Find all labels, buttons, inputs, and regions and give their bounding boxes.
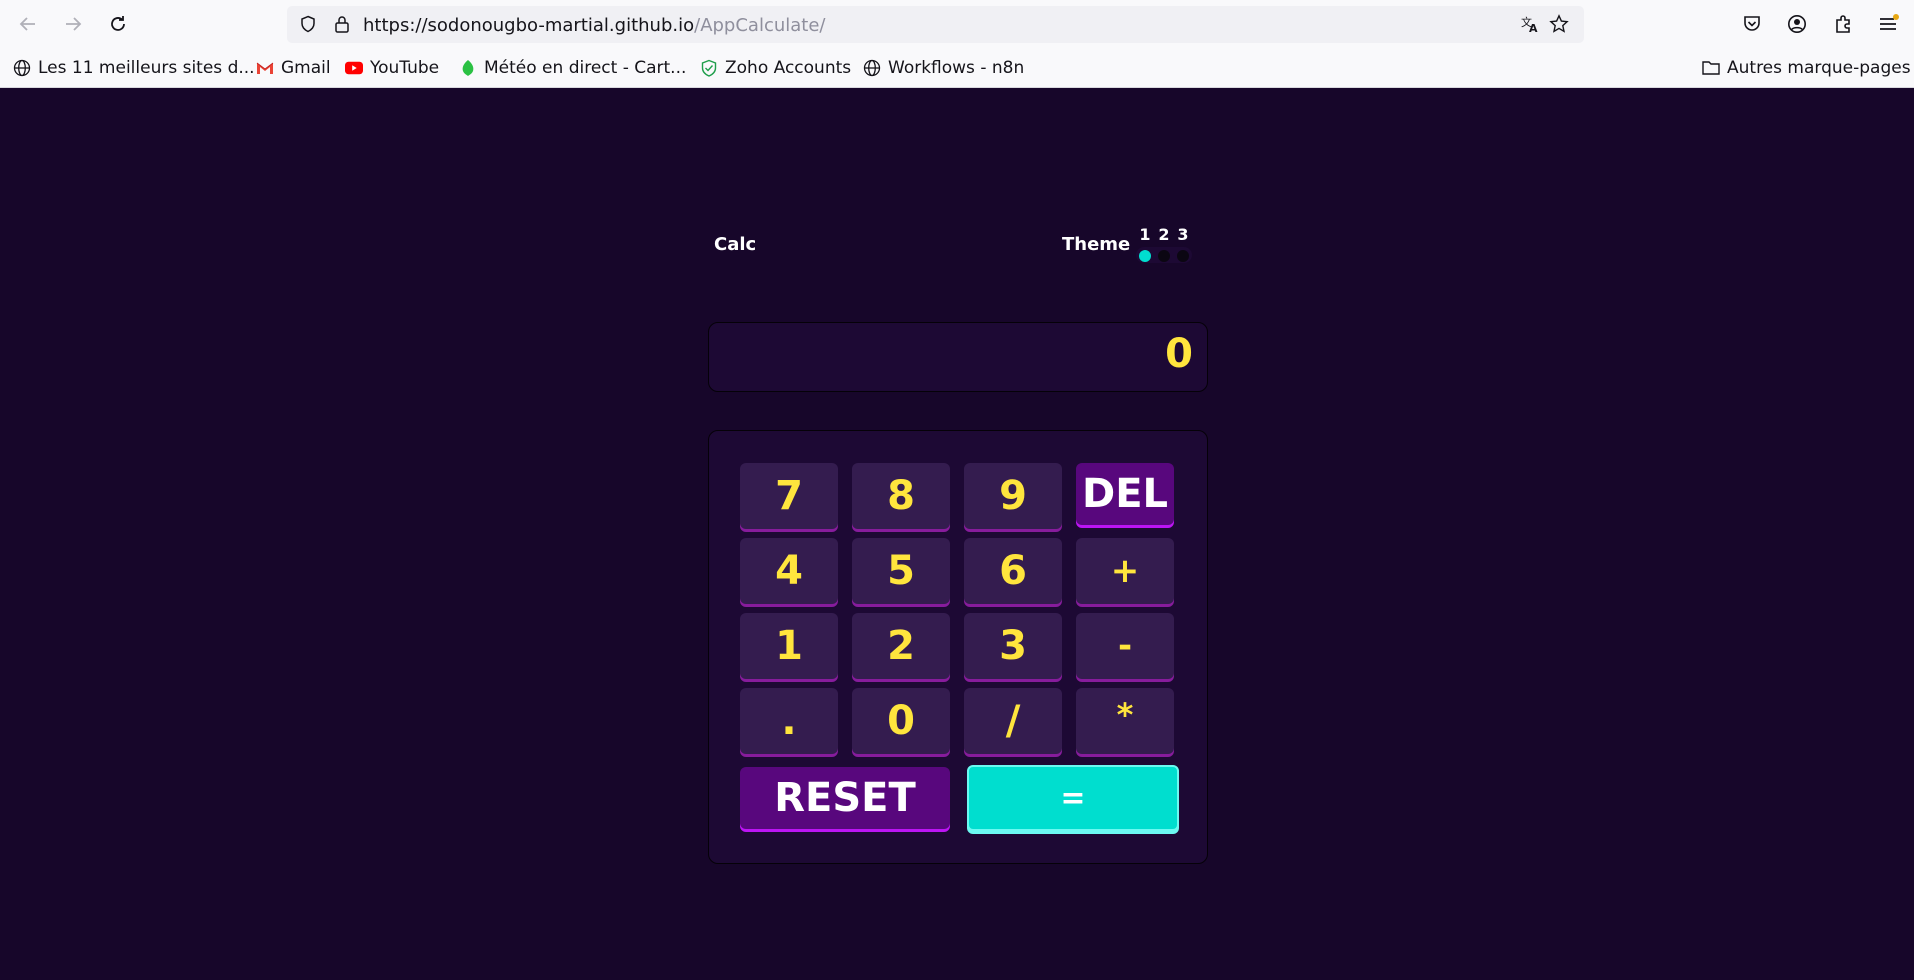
extensions-icon[interactable]: [1830, 11, 1856, 37]
app-title: Calc: [714, 234, 757, 255]
theme-toggle[interactable]: [1136, 247, 1192, 263]
browser-toolbar: https://sodonougbo-martial.github.io/App…: [0, 0, 1914, 48]
calculator-page: Calc Theme 1 2 3 0 7 8 9 DEL 4 5 6 + 1 2…: [0, 88, 1914, 980]
youtube-icon: [345, 59, 363, 77]
bookmark-item[interactable]: Les 11 meilleurs sites d...: [13, 57, 255, 79]
account-icon[interactable]: [1784, 11, 1810, 37]
bookmark-label: YouTube: [370, 58, 440, 78]
bookmark-label: Gmail: [281, 58, 331, 78]
bookmark-item[interactable]: Workflows - n8n: [863, 57, 1024, 79]
arrow-left-icon: [19, 17, 35, 31]
theme-label: Theme: [1062, 234, 1131, 255]
theme-number-1: 1: [1139, 225, 1151, 244]
shield-icon[interactable]: [296, 12, 320, 36]
url-domain: https://sodonougbo-martial.github.io: [363, 15, 695, 36]
key-8[interactable]: 8: [852, 463, 950, 529]
url-text: https://sodonougbo-martial.github.io/App…: [363, 15, 826, 36]
bookmark-item[interactable]: YouTube: [345, 57, 439, 79]
theme-dot-2[interactable]: [1158, 250, 1170, 262]
other-bookmarks[interactable]: Autres marque-pages: [1702, 57, 1911, 79]
reload-icon: [111, 16, 125, 31]
theme-number-3: 3: [1177, 225, 1189, 244]
other-bookmarks-label: Autres marque-pages: [1727, 58, 1911, 78]
folder-icon: [1702, 59, 1720, 77]
reset-button[interactable]: RESET: [740, 767, 950, 829]
multiply-button[interactable]: *: [1076, 688, 1174, 754]
globe-icon: [863, 59, 881, 77]
star-icon[interactable]: [1547, 12, 1571, 36]
key-3[interactable]: 3: [964, 613, 1062, 679]
forward-button[interactable]: [59, 10, 87, 38]
calculator-display: 0: [708, 322, 1208, 392]
leaf-icon: [459, 59, 477, 77]
pocket-icon[interactable]: [1739, 11, 1765, 37]
theme-dot-3[interactable]: [1177, 250, 1189, 262]
zoho-icon: [700, 59, 718, 77]
bookmark-label: Les 11 meilleurs sites d...: [38, 58, 255, 78]
menu-icon[interactable]: [1875, 11, 1901, 37]
theme-numbers: 1 2 3: [1139, 225, 1189, 244]
theme-number-2: 2: [1158, 225, 1170, 244]
decimal-button[interactable]: .: [740, 688, 838, 754]
svg-text:A: A: [1529, 22, 1538, 34]
bookmark-label: Zoho Accounts: [725, 58, 852, 78]
bookmark-label: Météo en direct - Cart...: [484, 58, 687, 78]
key-1[interactable]: 1: [740, 613, 838, 679]
keypad: 7 8 9 DEL 4 5 6 + 1 2 3 - . 0 / * RESET …: [708, 430, 1208, 864]
bookmarks-bar: Les 11 meilleurs sites d... Gmail YouTub…: [0, 48, 1914, 88]
key-6[interactable]: 6: [964, 538, 1062, 604]
bookmark-item[interactable]: Gmail: [256, 57, 331, 79]
address-bar[interactable]: https://sodonougbo-martial.github.io/App…: [287, 6, 1584, 43]
key-7[interactable]: 7: [740, 463, 838, 529]
arrow-right-icon: [66, 17, 82, 31]
gmail-icon: [256, 59, 274, 77]
globe-icon: [13, 59, 31, 77]
plus-button[interactable]: +: [1076, 538, 1174, 604]
minus-button[interactable]: -: [1076, 613, 1174, 679]
bookmark-label: Workflows - n8n: [888, 58, 1025, 78]
key-0[interactable]: 0: [852, 688, 950, 754]
key-9[interactable]: 9: [964, 463, 1062, 529]
key-2[interactable]: 2: [852, 613, 950, 679]
back-button[interactable]: [14, 10, 42, 38]
theme-dot-1[interactable]: [1139, 250, 1151, 262]
translate-icon[interactable]: 文A: [1518, 12, 1542, 36]
key-5[interactable]: 5: [852, 538, 950, 604]
key-4[interactable]: 4: [740, 538, 838, 604]
display-value: 0: [1165, 331, 1193, 377]
bookmark-item[interactable]: Météo en direct - Cart...: [459, 57, 686, 79]
url-path: /AppCalculate/: [694, 15, 826, 36]
divide-button[interactable]: /: [964, 688, 1062, 754]
lock-icon[interactable]: [330, 12, 354, 36]
equals-button[interactable]: =: [967, 765, 1179, 831]
bookmark-item[interactable]: Zoho Accounts: [700, 57, 851, 79]
reload-button[interactable]: [104, 10, 132, 38]
delete-button[interactable]: DEL: [1076, 463, 1174, 525]
